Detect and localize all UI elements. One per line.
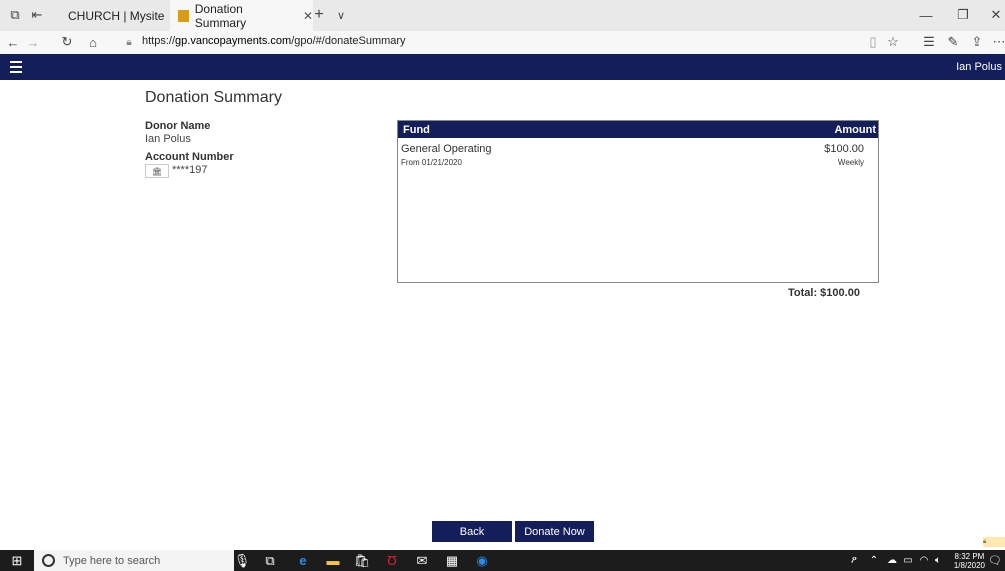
fund-name: General Operating bbox=[401, 143, 492, 155]
lock-icon: 🔒︎ bbox=[126, 36, 132, 48]
tab-donation-summary[interactable]: Donation Summary ✕ bbox=[170, 0, 313, 31]
taskbar: ⊞ Type here to search 🎙︎ ⧉ e ▬ 🛍︎ Ʊ ✉︎ ▦… bbox=[0, 550, 1005, 571]
back-button[interactable]: Back bbox=[432, 521, 512, 542]
url-host: gp.vancopayments.com bbox=[175, 35, 292, 47]
edge-browser-icon[interactable]: e bbox=[295, 553, 311, 568]
taskbar-clock[interactable]: 8:32 PM 1/8/2020 bbox=[954, 552, 985, 570]
security-badge-icon: 🔒︎ bbox=[983, 537, 1005, 547]
onedrive-cloud-icon[interactable]: ☁︎ bbox=[884, 553, 900, 568]
url-prefix: https:// bbox=[142, 35, 176, 47]
bank-icon: 🏛︎ bbox=[145, 164, 169, 178]
restore-button[interactable]: ❐ bbox=[955, 7, 971, 23]
page-title: Donation Summary bbox=[145, 89, 282, 106]
task-view-icon[interactable]: ⧉ bbox=[262, 553, 278, 568]
account-number-value: ****197 bbox=[172, 164, 208, 176]
new-tab-button[interactable]: + bbox=[311, 6, 327, 24]
clock-time: 8:32 PM bbox=[954, 552, 985, 561]
fund-table-header: Fund Amount bbox=[398, 121, 878, 138]
donate-now-button[interactable]: Donate Now bbox=[515, 521, 594, 542]
total-amount: Total: $100.00 bbox=[788, 287, 860, 299]
windows-start-icon[interactable]: ⊞ bbox=[9, 553, 25, 568]
tab-church-mysite[interactable]: CHURCH | Mysite bbox=[58, 0, 178, 31]
clock-date: 1/8/2020 bbox=[953, 561, 985, 570]
fund-start-date: From 01/21/2020 bbox=[401, 158, 462, 167]
browser-tab-bar: ⧉ ⇤ CHURCH | Mysite Donation Summary ✕ +… bbox=[0, 0, 1005, 31]
tab-label: Donation Summary bbox=[194, 1, 247, 30]
mcafee-icon[interactable]: Ʊ bbox=[384, 553, 400, 568]
tab-manager-icon[interactable]: ⧉ bbox=[8, 7, 22, 22]
share-icon[interactable]: ⇪ bbox=[970, 34, 984, 49]
back-arrow-icon[interactable]: ← bbox=[6, 35, 20, 50]
refresh-icon[interactable]: ↻ bbox=[60, 34, 74, 49]
more-menu-icon[interactable]: ⋯ bbox=[993, 34, 1005, 49]
amount-column-header: Amount bbox=[834, 124, 876, 136]
battery-icon[interactable]: ▭ bbox=[900, 553, 916, 568]
fund-amount: $100.00 bbox=[824, 143, 864, 155]
favorite-star-icon[interactable]: ☆ bbox=[886, 34, 900, 49]
calculator-icon[interactable]: ▦ bbox=[444, 553, 460, 568]
minimize-button[interactable]: — bbox=[918, 7, 934, 23]
favorites-hub-icon[interactable]: ☰ bbox=[922, 34, 936, 49]
mail-icon[interactable]: ✉︎ bbox=[414, 553, 430, 568]
taskbar-search-box[interactable]: Type here to search bbox=[34, 550, 234, 571]
tab-label: CHURCH | Mysite bbox=[68, 8, 165, 23]
table-row: General Operating $100.00 From 01/21/202… bbox=[398, 141, 878, 171]
fund-column-header: Fund bbox=[403, 124, 430, 136]
fund-frequency: Weekly bbox=[837, 158, 864, 167]
fund-table: Fund Amount General Operating $100.00 Fr… bbox=[397, 120, 879, 283]
store-icon[interactable]: 🛍︎ bbox=[354, 553, 371, 568]
tab-dropdown-icon[interactable]: ∨ bbox=[334, 7, 348, 23]
account-number-label: Account Number bbox=[145, 151, 234, 163]
file-explorer-icon[interactable]: ▬ bbox=[325, 553, 341, 568]
hamburger-menu-icon[interactable] bbox=[10, 61, 22, 73]
user-name[interactable]: Ian Polus bbox=[956, 61, 1002, 73]
url-path: /gpo/#/donateSummary bbox=[291, 35, 406, 47]
home-icon[interactable]: ⌂ bbox=[86, 35, 100, 50]
donor-name-value: Ian Polus bbox=[145, 133, 191, 145]
microphone-icon[interactable]: 🎙︎ bbox=[234, 553, 251, 568]
ie-browser-icon[interactable]: ◉ bbox=[474, 553, 490, 568]
action-center-icon[interactable]: 🗨︎ bbox=[987, 553, 1003, 568]
vanco-favicon-icon bbox=[178, 9, 189, 22]
close-window-button[interactable]: ✕ bbox=[988, 7, 1004, 23]
reading-view-icon[interactable]: ▯ bbox=[866, 34, 880, 49]
search-placeholder: Type here to search bbox=[63, 554, 161, 567]
forward-arrow-icon[interactable]: → bbox=[26, 35, 40, 50]
show-hidden-icons-chevron-icon[interactable]: ⌃ bbox=[866, 553, 882, 568]
donor-name-label: Donor Name bbox=[145, 120, 211, 132]
volume-icon[interactable]: 🔈︎ bbox=[930, 553, 946, 568]
url-field[interactable]: https://gp.vancopayments.com/gpo/#/donat… bbox=[142, 35, 406, 47]
people-icon[interactable]: ዖ bbox=[846, 553, 862, 568]
app-header: Ian Polus bbox=[0, 54, 1005, 80]
address-bar: ← → ↻ ⌂ 🔒︎ https://gp.vancopayments.com/… bbox=[0, 31, 1005, 55]
set-aside-tabs-icon[interactable]: ⇤ bbox=[30, 7, 44, 22]
pen-notes-icon[interactable]: ✎ bbox=[946, 34, 960, 49]
cortana-circle-icon bbox=[42, 554, 55, 567]
